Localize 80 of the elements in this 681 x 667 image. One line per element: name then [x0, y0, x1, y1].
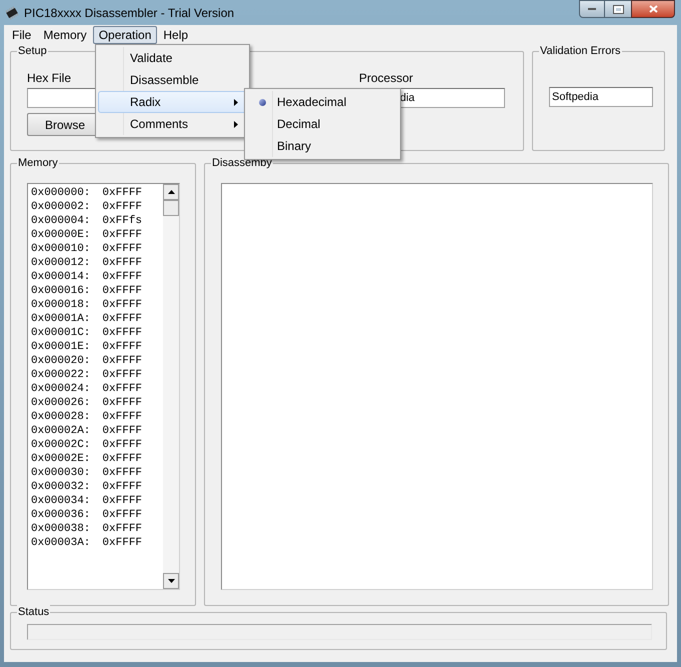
- memory-value: 0xFFFF: [102, 228, 142, 242]
- memory-value: 0xFFFF: [102, 494, 142, 508]
- down-arrow-icon: [168, 579, 174, 583]
- menu-entry[interactable]: Decimal: [247, 113, 398, 135]
- close-button[interactable]: [631, 0, 675, 18]
- memory-address: 0x000020:: [31, 354, 90, 368]
- scroll-up-button[interactable]: [163, 184, 179, 200]
- memory-value: 0xFFFF: [102, 424, 142, 438]
- memory-address: 0x000002:: [31, 200, 90, 214]
- memory-address: 0x00002C:: [31, 438, 90, 452]
- memory-value: 0xFFfs: [102, 214, 142, 228]
- memory-address: 0x000026:: [31, 396, 90, 410]
- memory-address: 0x000034:: [31, 494, 90, 508]
- memory-value: 0xFFFF: [102, 326, 142, 340]
- minimize-button[interactable]: [579, 0, 605, 18]
- memory-address: 0x000024:: [31, 382, 90, 396]
- memory-address: 0x000012:: [31, 256, 90, 270]
- field-label: Hex File: [27, 70, 72, 86]
- memory-value: 0xFFFF: [102, 536, 142, 550]
- memory-address: 0x000010:: [31, 242, 90, 256]
- maximize-button[interactable]: [605, 0, 631, 18]
- menu-entry[interactable]: Validate: [98, 47, 247, 69]
- memory-value: 0xFFFF: [102, 312, 142, 326]
- memory-value: 0xFFFF: [102, 438, 142, 452]
- memory-address: 0x00000E:: [31, 228, 90, 242]
- memory-address: 0x000016:: [31, 284, 90, 298]
- memory-address: 0x000014:: [31, 270, 90, 284]
- memory-address: 0x000036:: [31, 508, 90, 522]
- memory-address: 0x000032:: [31, 480, 90, 494]
- memory-value: 0xFFFF: [102, 410, 142, 424]
- memory-value: 0xFFFF: [102, 270, 142, 284]
- memory-address: 0x00002E:: [31, 452, 90, 466]
- menu-item[interactable]: File: [6, 26, 38, 44]
- memory-address: 0x00002A:: [31, 424, 90, 438]
- group-title: Setup: [17, 44, 48, 58]
- close-icon: [648, 5, 658, 13]
- window-title: PIC18xxxx Disassembler - Trial Version: [24, 4, 234, 22]
- memory-address: 0x00001C:: [31, 326, 90, 340]
- menu-item[interactable]: Operation: [92, 26, 158, 44]
- scroll-down-button[interactable]: [163, 573, 179, 589]
- memory-address: 0x000028:: [31, 410, 90, 424]
- memory-address: 0x000000:: [31, 186, 90, 200]
- validation-errors-field[interactable]: Softpedia: [549, 87, 653, 107]
- memory-value: 0xFFFF: [102, 284, 142, 298]
- memory-value: 0xFFFF: [102, 354, 142, 368]
- menu-item[interactable]: Help: [157, 26, 194, 44]
- field-label: Processor: [359, 70, 414, 86]
- memory-list[interactable]: [27, 183, 180, 590]
- memory-value: 0xFFFF: [102, 396, 142, 410]
- scrollbar[interactable]: [163, 184, 179, 589]
- memory-address: 0x00001E:: [31, 340, 90, 354]
- menu-entry[interactable]: Disassemble: [98, 69, 247, 91]
- group-title: Memory: [17, 156, 59, 170]
- memory-address: 0x000004:: [31, 214, 90, 228]
- memory-value: 0xFFFF: [102, 508, 142, 522]
- submenu-arrow-icon: [234, 98, 238, 106]
- memory-value: 0xFFFF: [102, 466, 142, 480]
- scroll-thumb[interactable]: [163, 200, 179, 216]
- memory-value: 0xFFFF: [102, 200, 142, 214]
- memory-value: 0xFFFF: [102, 382, 142, 396]
- memory-value: 0xFFFF: [102, 298, 142, 312]
- submenu-arrow-icon: [234, 120, 238, 128]
- menu-item[interactable]: Memory: [37, 26, 93, 44]
- memory-address: 0x000030:: [31, 466, 90, 480]
- memory-address: 0x00001A:: [31, 312, 90, 326]
- memory-address: 0x000018:: [31, 298, 90, 312]
- memory-value: 0xFFFF: [102, 256, 142, 270]
- memory-address: 0x00003A:: [31, 536, 90, 550]
- up-arrow-icon: [168, 190, 174, 194]
- menu-entry[interactable]: Radix: [98, 91, 247, 113]
- memory-value: 0xFFFF: [102, 186, 142, 200]
- memory-address: 0x000038:: [31, 522, 90, 536]
- memory-value: 0xFFFF: [102, 452, 142, 466]
- memory-value: 0xFFFF: [102, 340, 142, 354]
- memory-value: 0xFFFF: [102, 480, 142, 494]
- menu-entry[interactable]: Binary: [247, 135, 398, 157]
- memory-value: 0xFFFF: [102, 522, 142, 536]
- memory-address: 0x000022:: [31, 368, 90, 382]
- memory-value: 0xFFFF: [102, 368, 142, 382]
- memory-value: 0xFFFF: [102, 242, 142, 256]
